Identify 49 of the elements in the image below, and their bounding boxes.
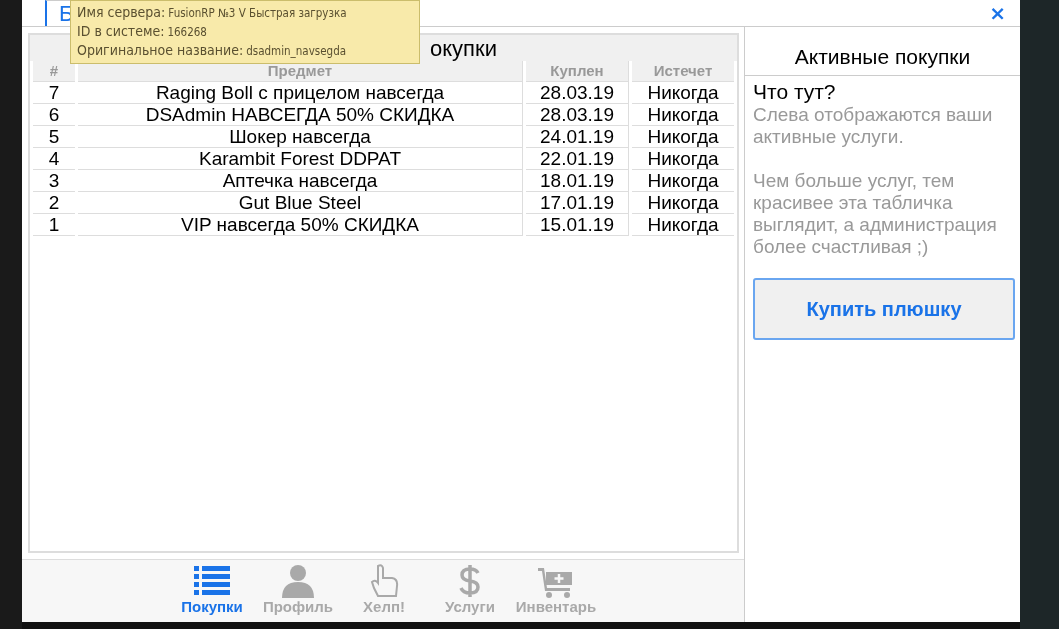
help-text: Чем больше услуг, тем красивее эта табличка выглядит, а администрация более счастливая ;) xyxy=(753,170,998,258)
table-cell: Karambit Forest DDPAT xyxy=(78,148,523,170)
buy-button[interactable]: Купить плюшку xyxy=(753,278,1015,340)
table-cell: 17.01.19 xyxy=(526,192,629,214)
column-header: # xyxy=(33,61,75,82)
table-cell: Никогда xyxy=(632,170,734,192)
table-cell: Никогда xyxy=(632,82,734,104)
nav-tab[interactable]: Покупки xyxy=(170,560,254,622)
table-cell: Никогда xyxy=(632,192,734,214)
column-header: Истечет xyxy=(632,61,734,82)
table-cell: 28.03.19 xyxy=(526,82,629,104)
tooltip-value: 166268 xyxy=(167,25,207,39)
table-cell: 15.01.19 xyxy=(526,214,629,236)
help-heading: Что тут? xyxy=(753,80,837,104)
table-cell: 3 xyxy=(33,170,75,192)
table-cell: 7 xyxy=(33,82,75,104)
tooltip-value: FusionRP №3 V Быстрая загрузка xyxy=(168,6,347,20)
table-cell: 22.01.19 xyxy=(526,148,629,170)
table-cell: DSAdmin НАВСЕГДА 50% СКИДКА xyxy=(78,104,523,126)
table-cell: Аптечка навсегда xyxy=(78,170,523,192)
nav-tab[interactable]: Инвентарь xyxy=(514,560,598,622)
table-cell: 5 xyxy=(33,126,75,148)
tooltip-label: Оригинальное название: xyxy=(77,42,244,58)
nav-tab[interactable]: Услуги xyxy=(428,560,512,622)
table-cell: Gut Blue Steel xyxy=(78,192,523,214)
table-cell: Raging Boll с прицелом навсегда xyxy=(78,82,523,104)
table-cell: VIP навсегда 50% СКИДКА xyxy=(78,214,523,236)
tooltip-value: dsadmin_navsegda xyxy=(246,44,347,58)
table-cell: Никогда xyxy=(632,148,734,170)
table-cell: 18.01.19 xyxy=(526,170,629,192)
help-text: Слева отображаются ваши активные услуги. xyxy=(753,104,994,148)
table-cell: Никогда xyxy=(632,126,734,148)
nav-tab[interactable]: Хелп! xyxy=(342,560,426,622)
table-cell: 1 xyxy=(33,214,75,236)
table-cell: 24.01.19 xyxy=(526,126,629,148)
table-cell: 2 xyxy=(33,192,75,214)
nav-tab[interactable]: Профиль xyxy=(256,560,340,622)
tooltip-label: ID в системе: xyxy=(77,23,165,39)
close-button[interactable]: × xyxy=(989,1,1006,25)
table-cell: 6 xyxy=(33,104,75,126)
table-title: окупки xyxy=(430,36,497,61)
table-cell: 28.03.19 xyxy=(526,104,629,126)
tooltip-label: Имя сервера: xyxy=(77,4,166,20)
table-cell: Никогда xyxy=(632,214,734,236)
table-cell: 4 xyxy=(33,148,75,170)
table-cell: Шокер навсегда xyxy=(78,126,523,148)
column-header: Куплен xyxy=(526,61,629,82)
table-cell: Никогда xyxy=(632,104,734,126)
panel-title: Активные покупки xyxy=(745,27,1020,76)
